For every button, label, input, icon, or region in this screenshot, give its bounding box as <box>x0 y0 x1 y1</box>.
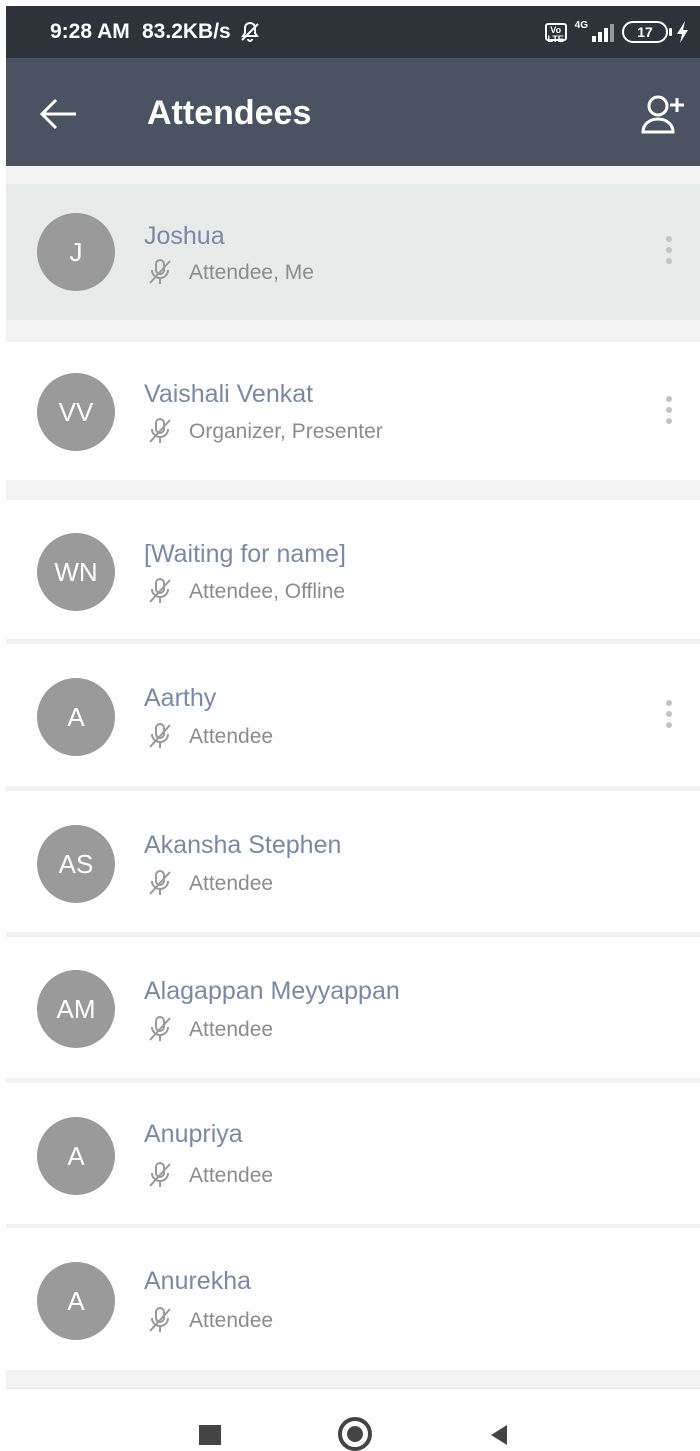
network-type: 4G <box>574 20 588 31</box>
attendee-name: Alagappan Meyyappan <box>144 977 400 1005</box>
system-navigation-bar <box>6 1388 700 1451</box>
page-title: Attendees <box>147 94 312 132</box>
attendee-role: Attendee <box>189 1018 274 1041</box>
more-options-icon[interactable] <box>662 700 676 736</box>
avatar: WN <box>37 533 115 611</box>
attendee-row[interactable]: J Joshua Attendee, Me <box>6 184 700 320</box>
mic-off-icon <box>149 418 171 443</box>
add-person-icon[interactable] <box>638 90 686 138</box>
avatar: VV <box>37 373 115 451</box>
more-options-icon[interactable] <box>662 236 676 272</box>
mic-off-icon <box>149 1016 171 1041</box>
mic-off-icon <box>149 870 171 895</box>
attendee-name: Akansha Stephen <box>144 831 342 859</box>
attendee-role: Attendee <box>189 872 274 895</box>
attendee-name: [Waiting for name] <box>144 540 346 568</box>
avatar: A <box>37 678 115 756</box>
status-bar: 9:28 AM 83.2KB/s Vo LTE 4G 17 <box>6 6 700 58</box>
attendee-role: Attendee <box>189 725 274 748</box>
network-speed: 83.2KB/s <box>142 20 231 43</box>
recent-apps-icon[interactable] <box>199 1425 221 1445</box>
attendee-role: Organizer, Presenter <box>189 420 383 443</box>
mic-off-icon <box>149 1162 171 1187</box>
battery-icon: 17 <box>622 21 672 43</box>
attendee-name: Aarthy <box>144 684 217 712</box>
attendee-name: Anupriya <box>144 1120 243 1148</box>
back-triangle-icon[interactable] <box>491 1425 507 1445</box>
mic-off-icon <box>149 1307 171 1332</box>
attendee-row[interactable]: A Aarthy Attendee <box>6 644 700 786</box>
attendee-list: J Joshua Attendee, Me VV Vaishali Venkat… <box>6 166 700 1388</box>
avatar: A <box>37 1262 115 1340</box>
attendee-role: Attendee <box>189 1309 274 1332</box>
mic-off-icon <box>149 723 171 748</box>
attendee-name: Vaishali Venkat <box>144 380 314 408</box>
attendee-role: Attendee, Offline <box>189 580 346 603</box>
attendee-row[interactable]: AS Akansha Stephen Attendee <box>6 791 700 932</box>
notifications-off-icon <box>241 21 259 42</box>
attendee-row[interactable]: WN [Waiting for name] Attendee, Offline <box>6 500 700 639</box>
avatar: J <box>37 213 115 291</box>
attendee-name: Joshua <box>144 222 225 250</box>
more-options-icon[interactable] <box>662 396 676 432</box>
attendee-role: Attendee <box>189 1164 274 1187</box>
home-icon[interactable] <box>338 1417 372 1451</box>
avatar: A <box>37 1117 115 1195</box>
mic-off-icon <box>149 578 171 603</box>
attendee-row[interactable]: A Anupriya Attendee <box>6 1083 700 1224</box>
avatar: AM <box>37 970 115 1048</box>
app-bar: Attendees <box>6 58 700 166</box>
signal-icon <box>592 22 614 42</box>
status-time: 9:28 AM <box>50 20 130 43</box>
charging-icon <box>677 21 688 43</box>
attendee-row[interactable]: AM Alagappan Meyyappan Attendee <box>6 937 700 1078</box>
attendee-role: Attendee, Me <box>189 261 314 284</box>
attendee-row[interactable]: VV Vaishali Venkat Organizer, Presenter <box>6 342 700 480</box>
volte-icon: Vo LTE <box>544 23 567 44</box>
attendee-row[interactable]: A Anurekha Attendee <box>6 1228 700 1370</box>
avatar: AS <box>37 825 115 903</box>
attendee-name: Anurekha <box>144 1267 252 1295</box>
mic-off-icon <box>149 259 171 284</box>
back-arrow-icon[interactable] <box>36 92 80 136</box>
